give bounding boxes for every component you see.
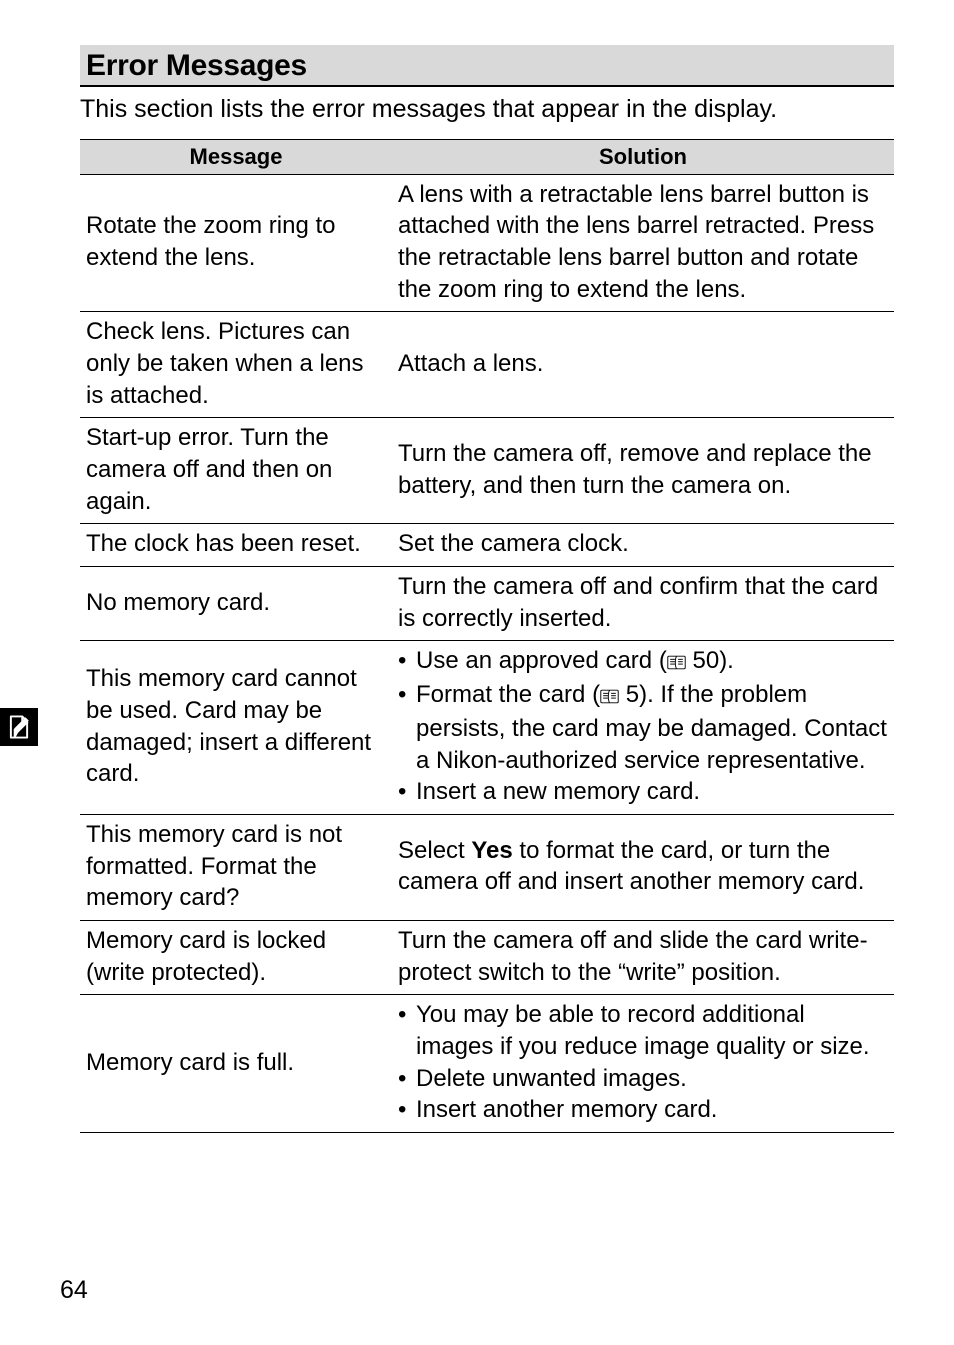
list-item: Insert another memory card. <box>398 1094 888 1126</box>
error-messages-table: Message Solution Rotate the zoom ring to… <box>80 139 894 1133</box>
solution-cell: Set the camera clock. <box>392 524 894 567</box>
solution-cell: Use an approved card ( 50).Format the ca… <box>392 641 894 814</box>
list-item: Insert a new memory card. <box>398 776 888 808</box>
message-cell: The clock has been reset. <box>80 524 392 567</box>
page: Error Messages This section lists the er… <box>0 0 954 1345</box>
message-cell: Memory card is full. <box>80 995 392 1133</box>
message-cell: This memory card cannot be used. Card ma… <box>80 641 392 814</box>
solution-cell: Turn the camera off, remove and replace … <box>392 418 894 524</box>
table-row: This memory card is not formatted. Forma… <box>80 814 894 920</box>
message-cell: No memory card. <box>80 567 392 641</box>
message-cell: Rotate the zoom ring to extend the lens. <box>80 174 392 312</box>
section-title: Error Messages <box>86 49 307 82</box>
solution-cell: Turn the camera off and confirm that the… <box>392 567 894 641</box>
list-item: Format the card ( 5). If the problem per… <box>398 679 888 776</box>
side-tab-note-icon <box>0 708 38 746</box>
intro-text: This section lists the error messages th… <box>80 93 894 127</box>
solution-cell: A lens with a retractable lens barrel bu… <box>392 174 894 312</box>
solution-cell: Attach a lens. <box>392 312 894 418</box>
table-row: Memory card is full.You may be able to r… <box>80 995 894 1133</box>
col-header-solution: Solution <box>392 139 894 174</box>
solution-cell: You may be able to record additional ima… <box>392 995 894 1133</box>
table-row: This memory card cannot be used. Card ma… <box>80 641 894 814</box>
section-header: Error Messages <box>80 45 894 87</box>
table-row: Rotate the zoom ring to extend the lens.… <box>80 174 894 312</box>
table-row: No memory card.Turn the camera off and c… <box>80 567 894 641</box>
error-table-body: Rotate the zoom ring to extend the lens.… <box>80 174 894 1132</box>
table-row: Check lens. Pictures can only be taken w… <box>80 312 894 418</box>
col-header-message: Message <box>80 139 392 174</box>
page-number: 64 <box>60 1276 88 1305</box>
list-item: Use an approved card ( 50). <box>398 645 888 679</box>
table-row: Start-up error. Turn the camera off and … <box>80 418 894 524</box>
solution-cell: Turn the camera off and slide the card w… <box>392 920 894 994</box>
solution-cell: Select Yes to format the card, or turn t… <box>392 814 894 920</box>
message-cell: Memory card is locked (write protected). <box>80 920 392 994</box>
page-ref-icon <box>600 681 619 713</box>
table-row: Memory card is locked (write protected).… <box>80 920 894 994</box>
list-item: You may be able to record additional ima… <box>398 999 888 1062</box>
list-item: Delete unwanted images. <box>398 1063 888 1095</box>
message-cell: Check lens. Pictures can only be taken w… <box>80 312 392 418</box>
message-cell: This memory card is not formatted. Forma… <box>80 814 392 920</box>
solution-bullet-list: Use an approved card ( 50).Format the ca… <box>398 645 888 807</box>
message-cell: Start-up error. Turn the camera off and … <box>80 418 392 524</box>
page-ref-icon <box>667 647 686 679</box>
table-row: The clock has been reset.Set the camera … <box>80 524 894 567</box>
solution-bullet-list: You may be able to record additional ima… <box>398 999 888 1126</box>
